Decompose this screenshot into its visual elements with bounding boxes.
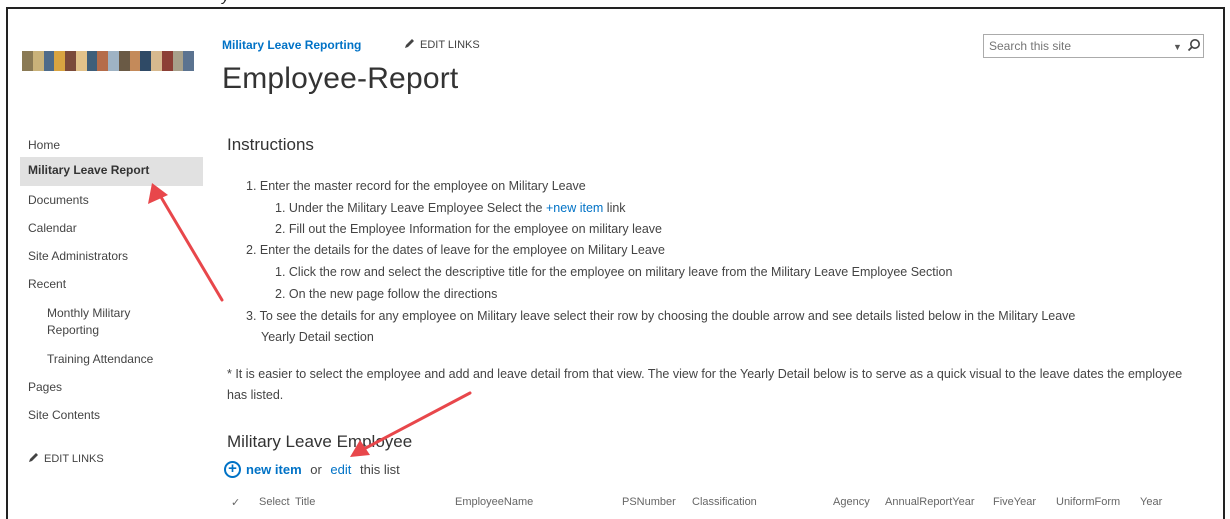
instructions-heading: Instructions [227, 135, 314, 154]
pencil-icon [404, 38, 415, 52]
column-header-agency[interactable]: Agency [833, 496, 870, 508]
search-scope-dropdown-icon[interactable]: ▼ [1173, 42, 1182, 52]
nav-item-calendar[interactable]: Calendar [28, 221, 77, 235]
column-header-title[interactable]: Title [295, 496, 315, 508]
search-input[interactable] [989, 36, 1159, 56]
select-all-checkmark-icon[interactable]: ✓ [231, 496, 240, 509]
page-title: Employee-Report [222, 62, 459, 95]
instruction-step-3: 3. To see the details for any employee o… [246, 309, 1076, 323]
search-icon[interactable] [1187, 38, 1201, 57]
instruction-step-2-1: 1. Click the row and select the descript… [275, 265, 953, 279]
instruction-step-2-2: 2. On the new page follow the directions [275, 287, 498, 301]
pencil-icon [28, 452, 39, 466]
nav-item-site-contents[interactable]: Site Contents [28, 408, 100, 422]
or-text: or [306, 462, 326, 477]
instruction-step-1-1-suffix: link [603, 201, 626, 215]
instruction-step-1-1: 1. Under the Military Leave Employee Sel… [275, 201, 626, 215]
nav-item-monthly-military-reporting[interactable]: Monthly Military Reporting [47, 305, 167, 339]
column-header-employeename[interactable]: EmployeeName [455, 496, 533, 508]
plus-circle-icon[interactable]: + [224, 461, 241, 478]
screenshot-frame [6, 7, 1225, 519]
instruction-note: * It is easier to select the employee an… [227, 367, 1183, 402]
column-header-uniformform[interactable]: UniformForm [1056, 496, 1120, 508]
top-edit-links-label: EDIT LINKS [420, 39, 480, 51]
nav-item-home[interactable]: Home [28, 138, 60, 152]
instruction-step-2: 2. Enter the details for the dates of le… [246, 243, 665, 257]
top-edit-links[interactable]: EDIT LINKS [404, 38, 480, 52]
instruction-step-1-2: 2. Fill out the Employee Information for… [275, 222, 662, 236]
column-header-fiveyear[interactable]: FiveYear [993, 496, 1036, 508]
site-logo[interactable] [22, 51, 194, 71]
nav-edit-links[interactable]: EDIT LINKS [28, 452, 104, 466]
instruction-step-1: 1. Enter the master record for the emplo… [246, 179, 586, 193]
search-box: ▼ [983, 34, 1204, 58]
column-header-classification[interactable]: Classification [692, 496, 757, 508]
new-item-button[interactable]: new item [246, 462, 302, 477]
nav-item-training-attendance[interactable]: Training Attendance [47, 351, 153, 368]
instruction-step-1-1-text: 1. Under the Military Leave Employee Sel… [275, 201, 546, 215]
nav-item-recent[interactable]: Recent [28, 277, 66, 291]
this-list-text: this list [356, 462, 400, 477]
site-title-link[interactable]: Military Leave Reporting [222, 38, 361, 52]
new-item-row: + new item or edit this list [224, 461, 400, 478]
edit-list-link[interactable]: edit [330, 462, 351, 477]
cropped-caption: y [0, 0, 1230, 7]
nav-item-documents[interactable]: Documents [28, 193, 89, 207]
column-header-year[interactable]: Year [1140, 496, 1162, 508]
column-header-annualreportyear[interactable]: AnnualReportYear [885, 496, 975, 508]
nav-item-military-leave-report[interactable]: Military Leave Report [28, 163, 149, 177]
nav-item-site-administrators[interactable]: Site Administrators [28, 249, 128, 263]
new-item-link[interactable]: +new item [546, 201, 603, 215]
column-header-psnumber[interactable]: PSNumber [622, 496, 676, 508]
list-heading: Military Leave Employee [227, 432, 413, 451]
nav-item-pages[interactable]: Pages [28, 380, 62, 394]
nav-edit-links-label: EDIT LINKS [44, 453, 104, 465]
column-header-select[interactable]: Select [259, 496, 290, 508]
instruction-step-3-cont: Yearly Detail section [261, 330, 374, 344]
